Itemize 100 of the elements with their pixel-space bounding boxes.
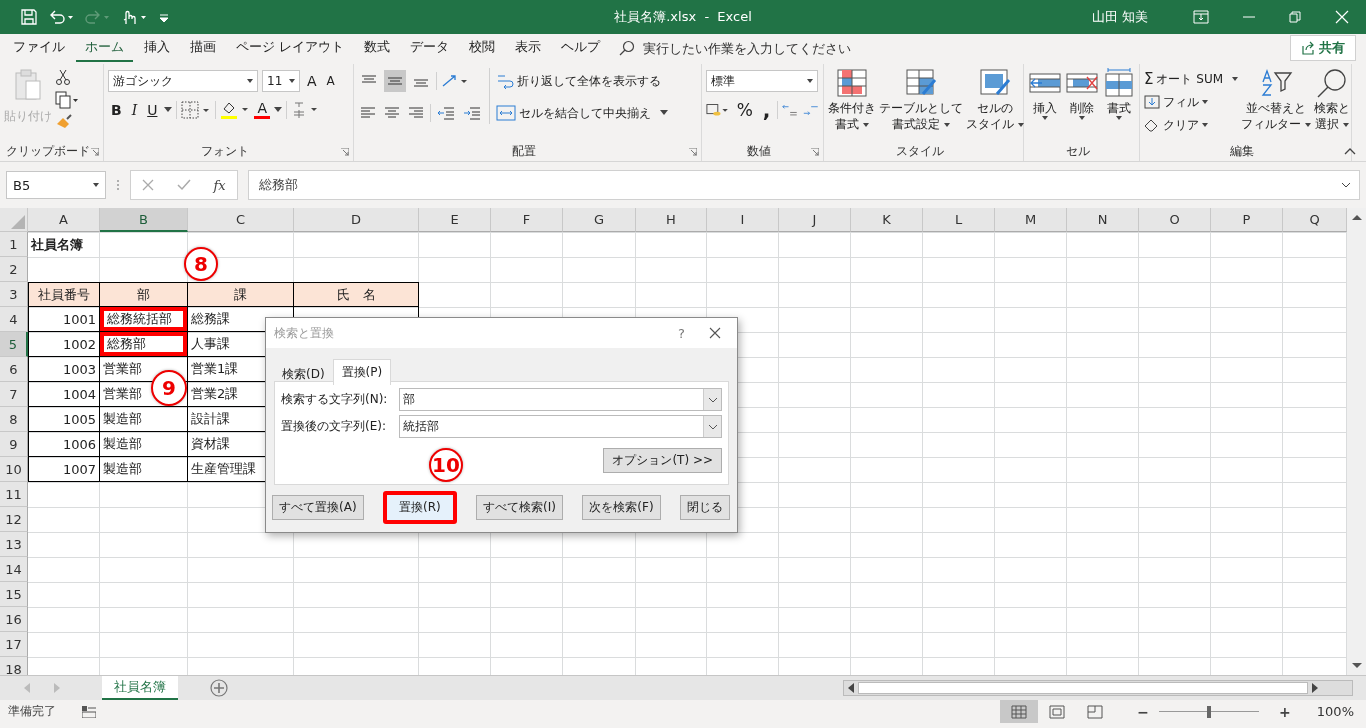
- comma-style-button[interactable]: ,: [759, 101, 774, 119]
- row-header[interactable]: 2: [0, 257, 28, 282]
- zoom-out-button[interactable]: −: [1137, 703, 1150, 720]
- dialog-tab[interactable]: 置換(P): [332, 359, 392, 385]
- dialog-button[interactable]: 閉じる: [679, 495, 730, 520]
- column-header[interactable]: G: [563, 208, 636, 232]
- close-icon[interactable]: [709, 327, 721, 339]
- table-cell[interactable]: 1002: [28, 332, 100, 357]
- table-cell[interactable]: 総務部: [100, 332, 188, 357]
- horizontal-scrollbar[interactable]: [843, 680, 1353, 696]
- cut-icon[interactable]: [55, 68, 71, 86]
- options-button[interactable]: オプション(T) >>: [603, 448, 722, 473]
- scroll-left-icon[interactable]: [848, 683, 854, 693]
- dialog-launcher-icon[interactable]: [91, 148, 99, 156]
- horizontal-align-icon[interactable]: [408, 106, 424, 120]
- scroll-thumb[interactable]: [858, 682, 1308, 694]
- save-icon[interactable]: [20, 8, 38, 26]
- column-header[interactable]: M: [995, 208, 1067, 232]
- caret-icon[interactable]: [164, 107, 173, 113]
- cancel-icon[interactable]: [142, 179, 155, 191]
- column-header[interactable]: P: [1211, 208, 1283, 232]
- fill-button[interactable]: フィル: [1144, 91, 1239, 113]
- dialog-launcher-icon[interactable]: [689, 148, 697, 156]
- column-header[interactable]: E: [419, 208, 491, 232]
- ribbon-tab[interactable]: ページ レイアウト: [227, 34, 354, 62]
- ribbon-tab[interactable]: 表示: [506, 34, 551, 62]
- table-cell[interactable]: 1006: [28, 432, 100, 457]
- add-sheet-icon[interactable]: [210, 679, 228, 697]
- conditional-formatting-button[interactable]: 条件付き 書式: [828, 68, 876, 132]
- column-header[interactable]: A: [28, 208, 100, 232]
- scroll-down-icon[interactable]: [1351, 663, 1362, 669]
- percent-style-button[interactable]: %: [733, 101, 756, 119]
- ribbon-tab[interactable]: データ: [401, 34, 459, 62]
- table-cell[interactable]: 社員名簿: [28, 232, 100, 257]
- row-header[interactable]: 16: [0, 607, 28, 632]
- italic-button[interactable]: I: [128, 101, 141, 119]
- number-format-field[interactable]: 標準: [706, 70, 818, 92]
- font-size-field[interactable]: 11: [262, 70, 300, 92]
- vertical-align-button[interactable]: [384, 70, 406, 92]
- copy-icon[interactable]: [55, 91, 79, 109]
- decrease-indent-icon[interactable]: [437, 106, 455, 120]
- row-header[interactable]: 5: [0, 332, 28, 357]
- delete-cells-button[interactable]: 削除: [1065, 68, 1099, 120]
- horizontal-align-icon[interactable]: [384, 106, 400, 120]
- name-box[interactable]: B5: [6, 171, 106, 199]
- ribbon-tab[interactable]: 校閲: [460, 34, 505, 62]
- row-header[interactable]: 17: [0, 632, 28, 657]
- table-cell[interactable]: 1004: [28, 382, 100, 407]
- row-header[interactable]: 13: [0, 532, 28, 557]
- column-header[interactable]: Q: [1283, 208, 1347, 232]
- table-cell[interactable]: 製造部: [100, 432, 188, 457]
- normal-view-button[interactable]: [1000, 700, 1039, 723]
- zoom-in-button[interactable]: +: [1279, 703, 1291, 720]
- increase-indent-icon[interactable]: [463, 106, 481, 120]
- ribbon-tab[interactable]: 挿入: [135, 34, 179, 62]
- scroll-right-icon[interactable]: [1312, 683, 1318, 693]
- borders-icon[interactable]: [181, 101, 212, 119]
- tell-me-field[interactable]: 実行したい作業を入力してください: [641, 38, 886, 58]
- row-header[interactable]: 3: [0, 282, 28, 307]
- column-header[interactable]: L: [923, 208, 995, 232]
- restore-icon[interactable]: [1289, 10, 1301, 24]
- undo-icon[interactable]: [48, 8, 74, 26]
- dialog-button[interactable]: すべて置換(A): [272, 495, 364, 520]
- fill-color-icon[interactable]: [220, 100, 251, 120]
- zoom-level[interactable]: 100%: [1316, 704, 1354, 719]
- wrap-text-button[interactable]: 折り返して全体を表示する: [496, 68, 668, 94]
- ribbon-tab[interactable]: ホーム: [76, 34, 133, 62]
- row-header[interactable]: 7: [0, 382, 28, 407]
- row-header[interactable]: 9: [0, 432, 28, 457]
- help-button[interactable]: ?: [678, 325, 685, 341]
- row-header[interactable]: 11: [0, 482, 28, 507]
- table-cell[interactable]: 総務統括部: [100, 307, 188, 332]
- cell-styles-button[interactable]: セルの スタイル: [966, 68, 1024, 132]
- dialog-button[interactable]: 置換(R): [382, 491, 457, 524]
- row-header[interactable]: 12: [0, 507, 28, 532]
- sheet-tab[interactable]: 社員名簿: [102, 676, 178, 700]
- merge-center-button[interactable]: セルを結合して中央揃え: [496, 100, 668, 126]
- column-header[interactable]: O: [1139, 208, 1211, 232]
- row-header[interactable]: 14: [0, 557, 28, 582]
- find-select-button[interactable]: 検索と 選択: [1313, 68, 1350, 132]
- font-name-field[interactable]: 游ゴシック: [108, 70, 258, 92]
- table-cell[interactable]: 1007: [28, 457, 100, 482]
- column-header[interactable]: K: [851, 208, 923, 232]
- underline-button[interactable]: U: [144, 101, 161, 119]
- column-header[interactable]: J: [779, 208, 851, 232]
- ribbon-tab[interactable]: ファイル: [4, 34, 74, 62]
- dialog-button[interactable]: 次を検索(F): [582, 495, 661, 520]
- table-cell[interactable]: 1001: [28, 307, 100, 332]
- text-field[interactable]: 部: [399, 388, 722, 411]
- increase-font-size-button[interactable]: A: [304, 72, 320, 90]
- formula-field[interactable]: 総務部: [248, 170, 1360, 200]
- column-header[interactable]: C: [188, 208, 294, 232]
- share-button[interactable]: 共有: [1290, 35, 1356, 61]
- row-header[interactable]: 18: [0, 657, 28, 675]
- table-cell[interactable]: 氏 名: [294, 282, 419, 307]
- column-header[interactable]: I: [707, 208, 779, 232]
- format-as-table-button[interactable]: テーブルとして 書式設定: [879, 68, 963, 132]
- column-header[interactable]: N: [1067, 208, 1139, 232]
- ribbon-tab[interactable]: 数式: [355, 34, 400, 62]
- macro-record-icon[interactable]: [82, 705, 96, 718]
